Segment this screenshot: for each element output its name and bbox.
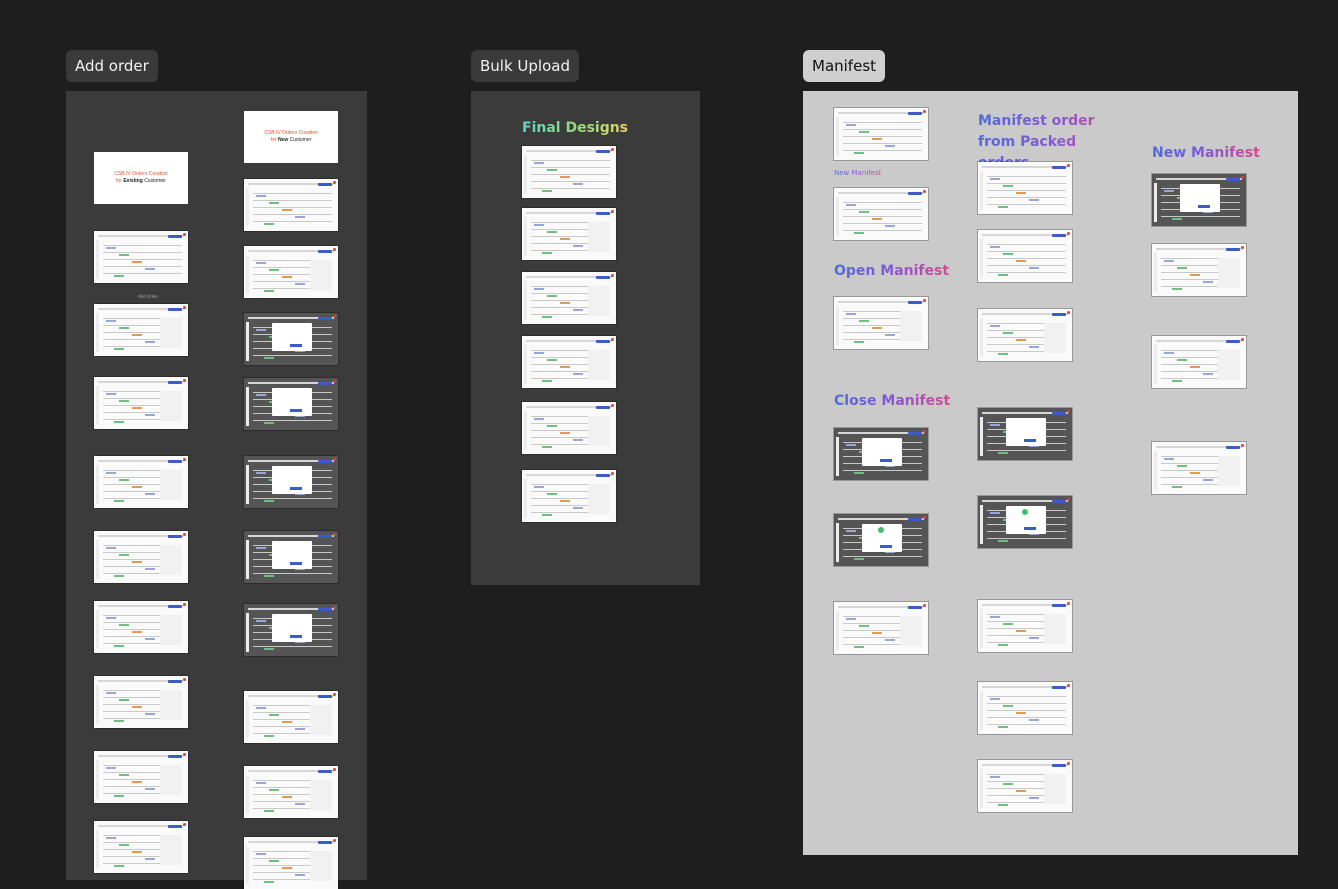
manifest-screen-col3-3[interactable] [1152,336,1246,388]
bulk-upload-screen-1[interactable] [522,146,616,198]
final-designs-title: Final Designs [522,120,629,136]
bulk-upload-screen-4[interactable] [522,336,616,388]
cover-existing-customer[interactable]: CSB IV Orders Creation for Existing Cust… [94,152,188,204]
cover-existing-prefix: for [116,178,122,184]
add-order-screen-right-8[interactable] [244,691,338,743]
add-order-screen-right-4[interactable] [244,378,338,430]
cover-new-title: CSB IV Orders Creation [264,130,318,136]
bulk-upload-screen-6[interactable] [522,470,616,522]
cover-new-subtitle: for New Customer [271,137,312,144]
manifest-screen-col2-4[interactable] [978,408,1072,460]
bulk-upload-screen-2[interactable] [522,208,616,260]
manifest-screen-col1-6[interactable] [834,602,928,654]
cover-existing-subtitle: for Existing Customer [116,178,166,185]
manifest-screen-col1-4[interactable] [834,428,928,480]
add-order-screen-left-2[interactable] [94,304,188,356]
cover-new-prefix: for [270,137,277,143]
manifest-screen-col2-2[interactable] [978,230,1072,282]
frame-add-order[interactable]: CSB IV Orders Creation for Existing Cust… [66,91,367,889]
manifest-screen-col2-3[interactable] [978,309,1072,361]
add-order-screen-right-9[interactable] [244,766,338,818]
add-order-screen-left-1[interactable] [94,231,188,283]
frame-label-bulk-upload[interactable]: Bulk Upload [471,50,579,82]
cover-new-rest: Customer [289,137,312,143]
close-manifest-title: Close Manifest [834,393,951,409]
new-manifest-title: New Manifest [1152,145,1260,161]
cover-new-customer[interactable]: CSB IV Orders Creation for New Customer [244,111,338,163]
new-manifest-small-title: New Manifest [834,169,882,177]
cover-existing-rest: Customer [144,178,166,184]
add-order-screen-left-8[interactable] [94,751,188,803]
add-order-screen-right-5[interactable] [244,456,338,508]
add-order-screen-left-3[interactable] [94,377,188,429]
add-order-screen-right-7[interactable] [244,604,338,656]
bulk-upload-screen-3[interactable] [522,272,616,324]
add-order-screen-left-4[interactable] [94,456,188,508]
bulk-upload-screen-5[interactable] [522,402,616,454]
manifest-screen-col1-1[interactable] [834,108,928,160]
frame-manifest[interactable]: New Manifest Open Manifest Close Manifes… [803,91,1298,855]
manifest-screen-col1-2[interactable] [834,188,928,240]
open-manifest-title: Open Manifest [834,263,950,279]
manifest-screen-col3-4[interactable] [1152,442,1246,494]
add-order-screen-right-6[interactable] [244,531,338,583]
cover-new-highlight: New [277,137,289,143]
add-order-screen-right-3[interactable] [244,313,338,365]
manifest-screen-col2-8[interactable] [978,760,1072,812]
add-order-screen-right-10[interactable] [244,837,338,889]
frame-label-manifest[interactable]: Manifest [803,50,886,82]
manifest-screen-col3-2[interactable] [1152,244,1246,296]
add-order-caption: Add Order [138,294,159,299]
add-order-screen-right-1[interactable] [244,179,338,231]
manifest-screen-col1-5[interactable] [834,514,928,566]
add-order-screen-right-2[interactable] [244,246,338,298]
manifest-screen-col3-1[interactable] [1152,174,1246,226]
manifest-screen-col2-6[interactable] [978,600,1072,652]
add-order-screen-left-6[interactable] [94,601,188,653]
add-order-screen-left-7[interactable] [94,676,188,728]
cover-existing-highlight: Existing [123,178,143,184]
manifest-screen-col1-3[interactable] [834,297,928,349]
manifest-screen-col2-5[interactable] [978,496,1072,548]
add-order-screen-left-9[interactable] [94,821,188,873]
manifest-screen-col2-7[interactable] [978,682,1072,734]
frame-bulk-upload[interactable]: Final Designs [471,91,700,585]
cover-existing-title: CSB IV Orders Creation [114,171,168,177]
manifest-screen-col2-1[interactable] [978,162,1072,214]
add-order-screen-left-5[interactable] [94,531,188,583]
frame-label-add-order[interactable]: Add order [66,50,158,82]
